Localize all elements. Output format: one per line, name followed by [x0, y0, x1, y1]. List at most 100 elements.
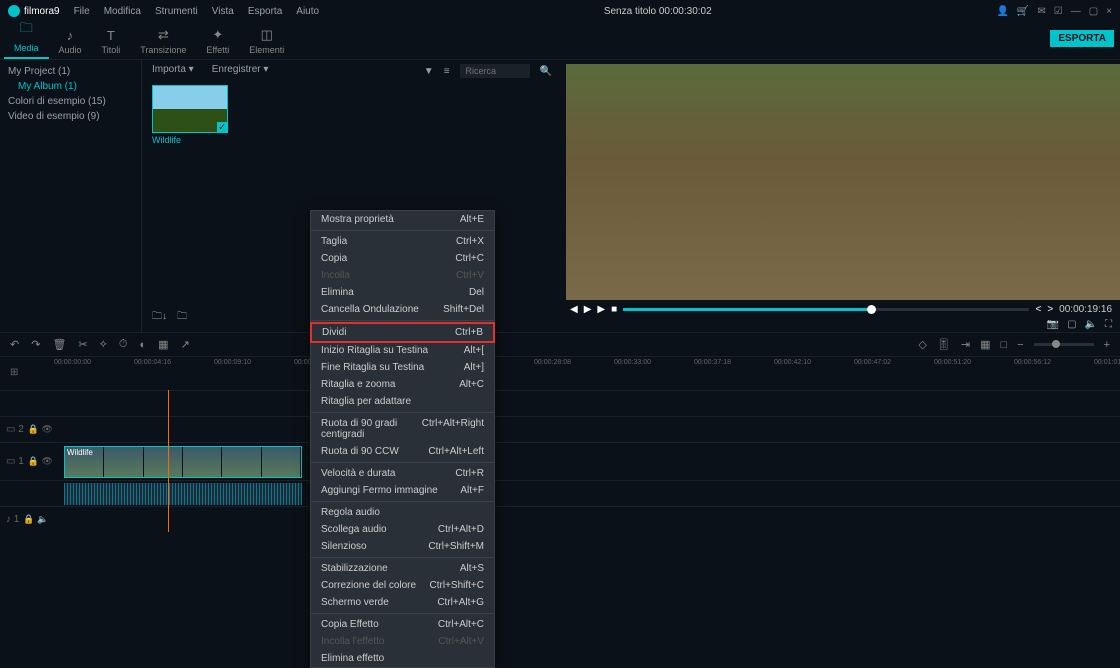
- snapshot-icon[interactable]: 📷: [1047, 319, 1059, 330]
- tab-transition[interactable]: ⇄Transizione: [130, 23, 196, 59]
- fullscreen-icon[interactable]: ⛶: [1105, 319, 1112, 330]
- ctx-elimina-effetto[interactable]: Elimina effetto: [311, 650, 494, 667]
- filter-icon[interactable]: ▼: [424, 66, 434, 77]
- ctx-dividi[interactable]: DividiCtrl+B: [310, 322, 495, 343]
- autoripple-icon[interactable]: ⇥: [961, 338, 970, 351]
- menu-export[interactable]: Esporta: [248, 6, 282, 17]
- ctx-ruota-di-90-gradi-centigradi[interactable]: Ruota di 90 gradi centigradiCtrl+Alt+Rig…: [311, 415, 494, 443]
- zoomout-icon[interactable]: −: [1017, 339, 1023, 351]
- mail-icon[interactable]: ✉: [1037, 6, 1045, 17]
- speed-icon[interactable]: ⏱: [119, 338, 128, 351]
- next-frame-button[interactable]: ▶: [597, 304, 605, 315]
- sidebar-sample-videos[interactable]: Video di esempio (9): [8, 109, 133, 124]
- tab-elements[interactable]: ◫Elementi: [239, 23, 294, 59]
- tab-media[interactable]: 🗀Media: [4, 15, 49, 59]
- user-icon[interactable]: 👤: [996, 6, 1008, 17]
- ctx-cancella-ondulazione[interactable]: Cancella OndulazioneShift+Del: [311, 301, 494, 318]
- cart-icon[interactable]: 🛒: [1017, 6, 1029, 17]
- color-icon[interactable]: ◐: [140, 339, 147, 351]
- split-icon[interactable]: ✂: [78, 338, 87, 351]
- ctx-ritaglia-e-zooma[interactable]: Ritaglia e zoomaAlt+C: [311, 376, 494, 393]
- marker-icon[interactable]: ◇: [918, 338, 926, 351]
- record-dropdown[interactable]: Enregistrer ▾: [212, 64, 269, 75]
- mixer-icon[interactable]: 🎚: [937, 338, 951, 351]
- sidebar-my-album[interactable]: My Album (1): [8, 79, 133, 94]
- play-button[interactable]: ▶: [584, 304, 592, 315]
- menu-help[interactable]: Aiuto: [296, 6, 319, 17]
- menu-view[interactable]: Vista: [212, 6, 234, 17]
- thumb-label: Wildlife: [152, 133, 228, 147]
- prev-frame-button[interactable]: ◀: [570, 304, 578, 315]
- sort-icon[interactable]: ≡: [444, 66, 450, 77]
- ctx-taglia[interactable]: TagliaCtrl+X: [311, 233, 494, 250]
- ctx-schermo-verde[interactable]: Schermo verdeCtrl+Alt+G: [311, 594, 494, 611]
- transition-icon: ⇄: [158, 27, 169, 43]
- ctx-velocit-e-durata[interactable]: Velocità e durataCtrl+R: [311, 465, 494, 482]
- ctx-silenzioso[interactable]: SilenziosoCtrl+Shift+M: [311, 538, 494, 555]
- prev-clip-button[interactable]: <: [1035, 304, 1041, 315]
- minimize-icon[interactable]: —: [1071, 6, 1081, 17]
- stop-button[interactable]: ■: [611, 304, 617, 315]
- clip-label: Wildlife: [67, 448, 93, 457]
- linked-audio-clip[interactable]: [64, 483, 302, 505]
- ctx-copia-effetto[interactable]: Copia EffettoCtrl+Alt+C: [311, 616, 494, 633]
- new-folder-icon[interactable]: 🗀↓: [152, 309, 167, 326]
- undo-icon[interactable]: ↶: [10, 338, 19, 351]
- zoom-slider[interactable]: [1034, 343, 1094, 346]
- zoomin-icon[interactable]: +: [1104, 339, 1110, 351]
- maximize-icon[interactable]: ▢: [1089, 6, 1098, 17]
- menu-tools[interactable]: Strumenti: [155, 6, 198, 17]
- menu-edit[interactable]: Modifica: [104, 6, 141, 17]
- timeline-ruler[interactable]: ⊞ 00:00:00:0000:00:04:1600:00:09:1000:00…: [0, 356, 1120, 390]
- ctx-elimina[interactable]: EliminaDel: [311, 284, 494, 301]
- timeline-toolbar: ↶ ↷ 🗑 ✂ ⟡ ⏱ ◐ ▦ ↗ ◇ 🎚 ⇥ ▦ □ − +: [0, 332, 1120, 356]
- fit-icon[interactable]: □: [1000, 339, 1007, 351]
- track-manager-icon[interactable]: ⊞: [10, 367, 18, 378]
- ctx-regola-audio[interactable]: Regola audio: [311, 504, 494, 521]
- sidebar-sample-colors[interactable]: Colori di esempio (15): [8, 94, 133, 109]
- render-icon[interactable]: ▦: [980, 338, 990, 351]
- ctx-scollega-audio[interactable]: Scollega audioCtrl+Alt+D: [311, 521, 494, 538]
- export-button[interactable]: ESPORTA: [1050, 30, 1114, 47]
- playhead[interactable]: [168, 390, 169, 532]
- preview-scrubber[interactable]: [623, 308, 1029, 311]
- ctx-ruota-di-90-ccw[interactable]: Ruota di 90 CCWCtrl+Alt+Left: [311, 443, 494, 460]
- document-title: Senza titolo 00:00:30:02: [319, 6, 996, 17]
- ctx-ritaglia-per-adattare[interactable]: Ritaglia per adattare: [311, 393, 494, 410]
- ctx-copia[interactable]: CopiaCtrl+C: [311, 250, 494, 267]
- track-header-v2[interactable]: ▭ 2 🔒 👁: [0, 424, 54, 435]
- delete-icon[interactable]: 🗑: [52, 338, 66, 351]
- media-thumb-wildlife[interactable]: ✓ Wildlife: [152, 85, 228, 147]
- folder-icon[interactable]: 🗀: [177, 309, 187, 326]
- ctx-correzione-del-colore[interactable]: Correzione del coloreCtrl+Shift+C: [311, 577, 494, 594]
- ctx-inizio-ritaglia-su-testina[interactable]: Inizio Ritaglia su TestinaAlt+[: [311, 342, 494, 359]
- next-clip-button[interactable]: >: [1047, 304, 1053, 315]
- search-input[interactable]: [460, 64, 530, 78]
- track-header-a1[interactable]: ♪ 1 🔒 🔈: [0, 514, 54, 525]
- crop-icon[interactable]: ⟡: [100, 338, 107, 351]
- export-icon[interactable]: ↗: [181, 338, 190, 351]
- ctx-stabilizzazione[interactable]: StabilizzazioneAlt+S: [311, 560, 494, 577]
- import-dropdown[interactable]: Importa ▾: [152, 64, 194, 75]
- redo-icon[interactable]: ↷: [31, 338, 40, 351]
- ruler-tick: 00:01:01:06: [1094, 359, 1120, 366]
- tab-titles[interactable]: TTitoli: [92, 24, 131, 59]
- ctx-aggiungi-fermo-immagine[interactable]: Aggiungi Fermo immagineAlt+F: [311, 482, 494, 499]
- ctx-mostra-propriet-[interactable]: Mostra proprietàAlt+E: [311, 211, 494, 228]
- sidebar-my-project[interactable]: My Project (1): [8, 64, 133, 79]
- greenscreen-icon[interactable]: ▦: [158, 338, 168, 351]
- check-icon[interactable]: ☑: [1054, 6, 1063, 17]
- quality-icon[interactable]: ▢: [1067, 319, 1076, 330]
- close-icon[interactable]: ×: [1106, 6, 1112, 17]
- ruler-tick: 00:00:09:10: [214, 359, 294, 366]
- menu-file[interactable]: File: [74, 6, 90, 17]
- track-header-v1[interactable]: ▭ 1 🔒 👁: [0, 456, 54, 467]
- tab-audio[interactable]: ♪Audio: [49, 24, 92, 59]
- video-clip-wildlife[interactable]: Wildlife: [64, 446, 302, 478]
- ruler-tick: 00:00:42:10: [774, 359, 854, 366]
- tab-effects[interactable]: ✦Effetti: [196, 23, 239, 59]
- volume-icon[interactable]: 🔈: [1085, 319, 1097, 330]
- search-icon[interactable]: 🔍: [540, 66, 552, 77]
- ctx-fine-ritaglia-su-testina[interactable]: Fine Ritaglia su TestinaAlt+]: [311, 359, 494, 376]
- preview-timecode: 00:00:19:16: [1059, 304, 1112, 315]
